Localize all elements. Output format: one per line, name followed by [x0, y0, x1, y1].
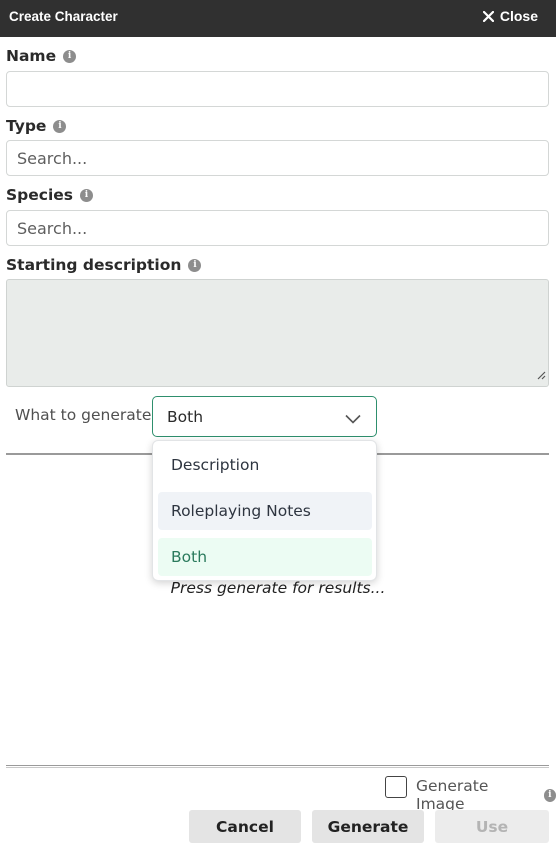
title-bar: Create Character Close [0, 0, 556, 37]
description-label: Starting description [6, 256, 182, 274]
name-input[interactable] [6, 71, 549, 107]
info-icon[interactable]: i [543, 788, 556, 802]
info-icon[interactable]: i [80, 188, 94, 202]
generate-type-label: What to generate: [15, 406, 157, 424]
generate-type-select[interactable]: Both [152, 396, 377, 437]
info-icon[interactable]: i [63, 49, 77, 63]
info-icon[interactable]: i [53, 119, 67, 133]
generate-image-label: Generate Image [416, 777, 489, 813]
type-search-input[interactable]: Search... [6, 140, 549, 176]
use-button[interactable]: Use [435, 810, 549, 843]
close-button[interactable]: Close [482, 8, 538, 24]
footer-divider [6, 765, 549, 768]
species-label-row: Species i [6, 186, 94, 204]
generate-image-checkbox[interactable] [385, 776, 407, 798]
description-label-row: Starting description i [6, 256, 202, 274]
close-label: Close [499, 8, 538, 24]
close-icon [482, 10, 494, 22]
generate-button[interactable]: Generate [312, 810, 424, 843]
option-description[interactable]: Description [158, 446, 372, 484]
info-icon[interactable]: i [188, 258, 202, 272]
results-placeholder: Press generate for results... [170, 579, 386, 597]
name-label-row: Name i [6, 47, 77, 65]
generate-type-dropdown: Description Roleplaying Notes Both [152, 440, 377, 581]
species-search-input[interactable]: Search... [6, 210, 549, 246]
resize-grip-icon[interactable] [537, 365, 546, 384]
option-both[interactable]: Both [158, 538, 372, 576]
type-placeholder: Search... [17, 148, 88, 168]
generate-type-selected: Both [167, 407, 204, 426]
description-textarea[interactable] [6, 279, 549, 387]
option-roleplaying-notes[interactable]: Roleplaying Notes [158, 492, 372, 530]
species-placeholder: Search... [17, 218, 88, 238]
chevron-down-icon [345, 410, 361, 428]
type-label-row: Type i [6, 117, 67, 135]
cancel-button[interactable]: Cancel [189, 810, 301, 843]
type-label: Type [6, 117, 47, 135]
generate-image-label-row: Generate Image i [416, 777, 556, 813]
species-label: Species [6, 186, 74, 204]
name-label: Name [6, 47, 57, 65]
dialog-title: Create Character [9, 9, 118, 24]
